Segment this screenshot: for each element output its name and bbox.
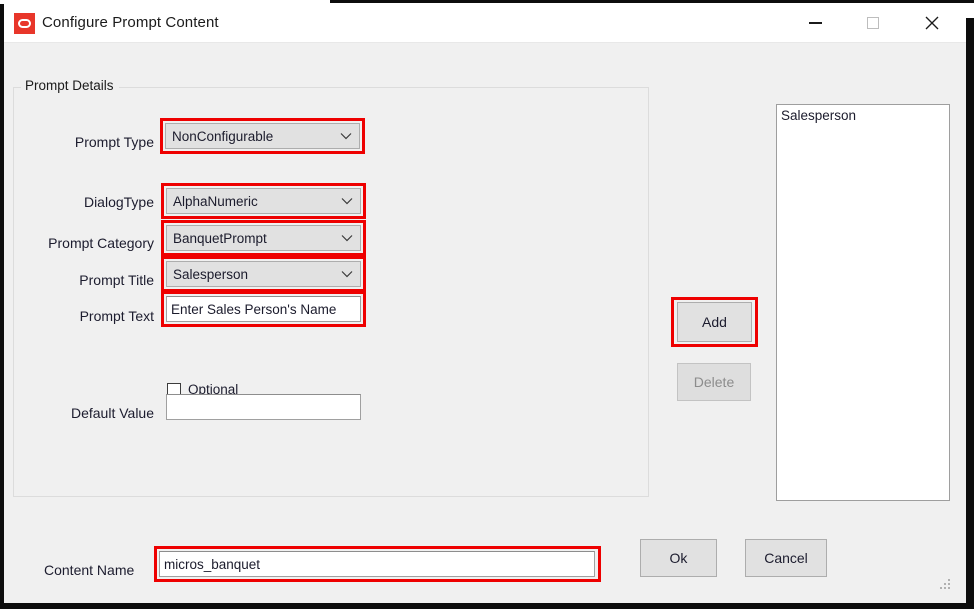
prompt-category-label: Prompt Category bbox=[48, 235, 154, 251]
prompt-details-legend: Prompt Details bbox=[21, 78, 119, 93]
dialog-client-area: Prompt Details Prompt Type NonConfigurab… bbox=[4, 43, 966, 603]
minimize-button[interactable] bbox=[792, 6, 838, 40]
prompt-text-input[interactable]: Enter Sales Person's Name bbox=[166, 296, 361, 322]
prompt-category-value: BanquetPrompt bbox=[173, 230, 267, 246]
maximize-button[interactable] bbox=[850, 6, 896, 40]
window-edge-right bbox=[966, 18, 974, 609]
content-name-value: micros_banquet bbox=[164, 556, 261, 572]
close-icon bbox=[925, 16, 939, 30]
resize-grip-icon[interactable] bbox=[940, 579, 952, 591]
default-value-label: Default Value bbox=[70, 405, 154, 421]
prompt-title-dropdown[interactable]: Salesperson bbox=[166, 261, 361, 287]
oracle-logo-icon bbox=[14, 13, 35, 34]
prompt-category-dropdown[interactable]: BanquetPrompt bbox=[166, 225, 361, 251]
minimize-icon bbox=[808, 22, 822, 24]
chevron-down-icon bbox=[334, 234, 360, 242]
cancel-button[interactable]: Cancel bbox=[745, 539, 827, 577]
dialog-window: Configure Prompt Content Prompt Details … bbox=[0, 0, 974, 609]
title-bar[interactable]: Configure Prompt Content bbox=[4, 3, 966, 43]
content-name-label: Content Name bbox=[44, 562, 135, 578]
list-item[interactable]: Salesperson bbox=[777, 105, 949, 123]
prompt-text-label: Prompt Text bbox=[79, 308, 154, 324]
chevron-down-icon bbox=[334, 197, 360, 205]
oracle-logo-ring bbox=[18, 19, 31, 28]
dialog-type-dropdown[interactable]: AlphaNumeric bbox=[166, 188, 361, 214]
prompt-title-value: Salesperson bbox=[173, 266, 249, 282]
prompt-title-label: Prompt Title bbox=[79, 272, 154, 288]
window-title: Configure Prompt Content bbox=[42, 14, 219, 31]
window-edge-bottom bbox=[0, 603, 974, 609]
prompt-type-value: NonConfigurable bbox=[172, 128, 274, 144]
prompt-type-dropdown[interactable]: NonConfigurable bbox=[165, 123, 360, 149]
chevron-down-icon bbox=[334, 270, 360, 278]
add-button[interactable]: Add bbox=[677, 302, 752, 342]
close-button[interactable] bbox=[909, 6, 955, 40]
ok-button[interactable]: Ok bbox=[640, 539, 717, 577]
dialog-type-value: AlphaNumeric bbox=[173, 193, 258, 209]
delete-button[interactable]: Delete bbox=[677, 363, 751, 401]
prompt-list-box[interactable]: Salesperson bbox=[776, 104, 950, 501]
maximize-icon bbox=[867, 17, 879, 29]
prompt-type-label: Prompt Type bbox=[74, 134, 154, 150]
default-value-input[interactable] bbox=[166, 394, 361, 420]
chevron-down-icon bbox=[333, 132, 359, 140]
dialog-type-label: DialogType bbox=[83, 194, 154, 210]
prompt-text-value: Enter Sales Person's Name bbox=[171, 301, 337, 317]
content-name-input[interactable]: micros_banquet bbox=[159, 551, 595, 577]
